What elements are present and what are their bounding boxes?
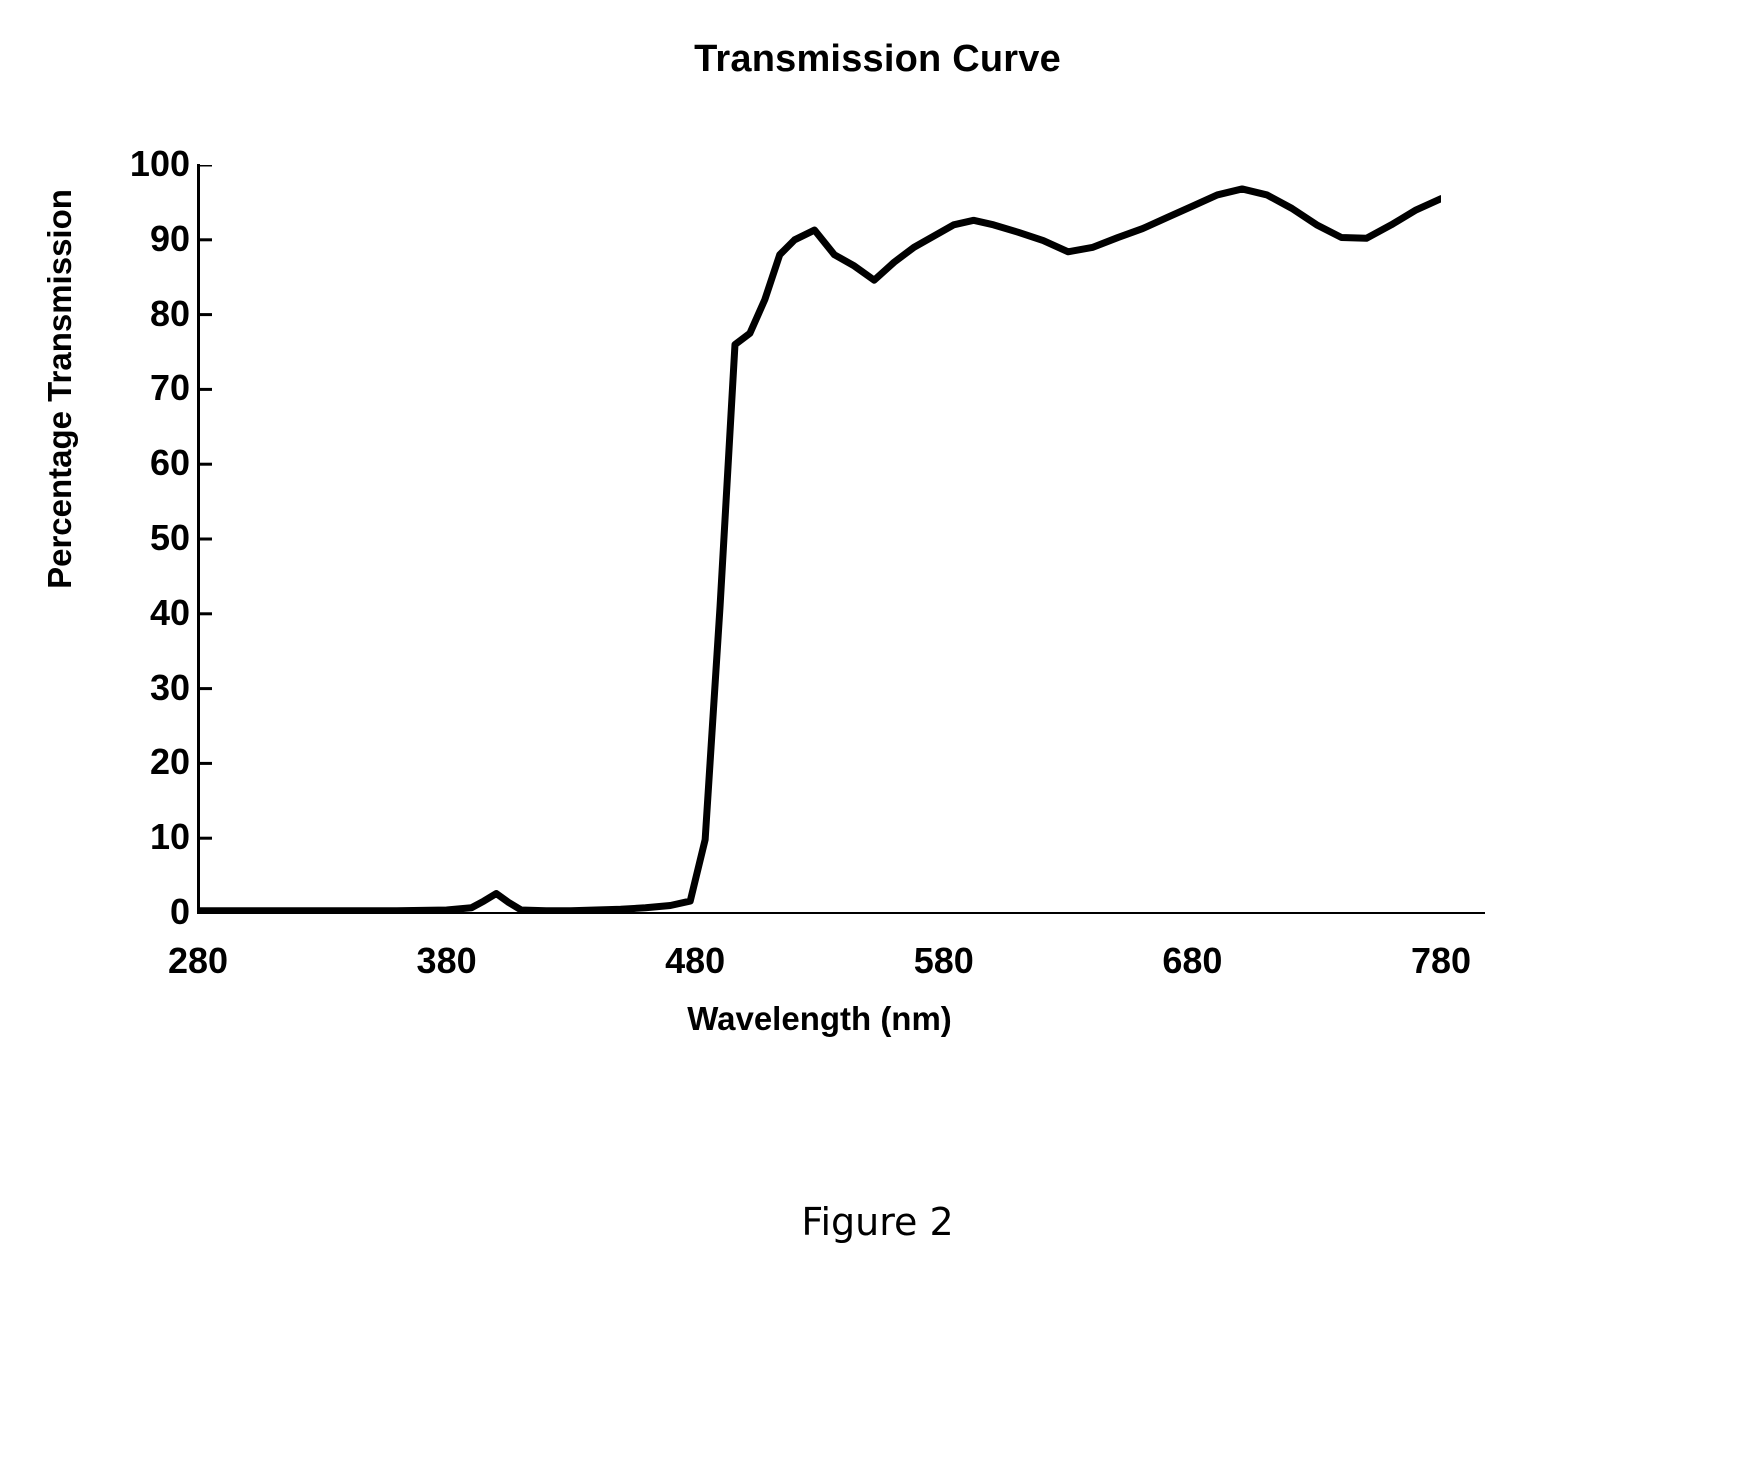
- y-axis-tick-label: 100: [129, 143, 190, 184]
- figure-caption: Figure 2: [801, 1200, 954, 1244]
- x-axis-tick-label: 580: [913, 940, 974, 981]
- y-axis-tick-label: 10: [149, 816, 190, 858]
- y-axis-tick-label: 30: [149, 666, 190, 708]
- y-axis-tick-labels: 0 10 20 30 40 50 60 70 80 90 100: [60, 146, 190, 930]
- y-axis-tick-label: 80: [149, 292, 190, 334]
- transmission-curve-line: [198, 185, 1441, 913]
- plot-area: [198, 165, 1441, 913]
- y-axis-tick-label: 50: [149, 517, 190, 558]
- y-axis-tick-label: 90: [149, 217, 190, 259]
- transmission-curve-svg: [198, 165, 1441, 913]
- x-axis-tick-label: 280: [167, 940, 229, 981]
- chart-title: Transmission Curve: [694, 38, 1061, 80]
- x-axis-tick-label: 380: [416, 940, 477, 981]
- figure-container: Transmission Curve Percentage Transmissi…: [0, 0, 1755, 1463]
- y-axis-tick-label: 20: [149, 741, 190, 783]
- y-axis-tick-label: 0: [169, 891, 190, 932]
- y-axis-tick-marks: [198, 165, 212, 913]
- y-axis-tick-label: 40: [149, 591, 190, 633]
- x-axis-tick-label: 680: [1162, 940, 1223, 981]
- y-axis-tick-label: 60: [149, 442, 190, 484]
- y-axis-tick-label: 70: [149, 367, 190, 409]
- x-axis-title: Wavelength (nm): [687, 1000, 952, 1037]
- x-axis-tick-label: 780: [1410, 940, 1472, 981]
- x-axis-tick-label: 480: [665, 940, 726, 981]
